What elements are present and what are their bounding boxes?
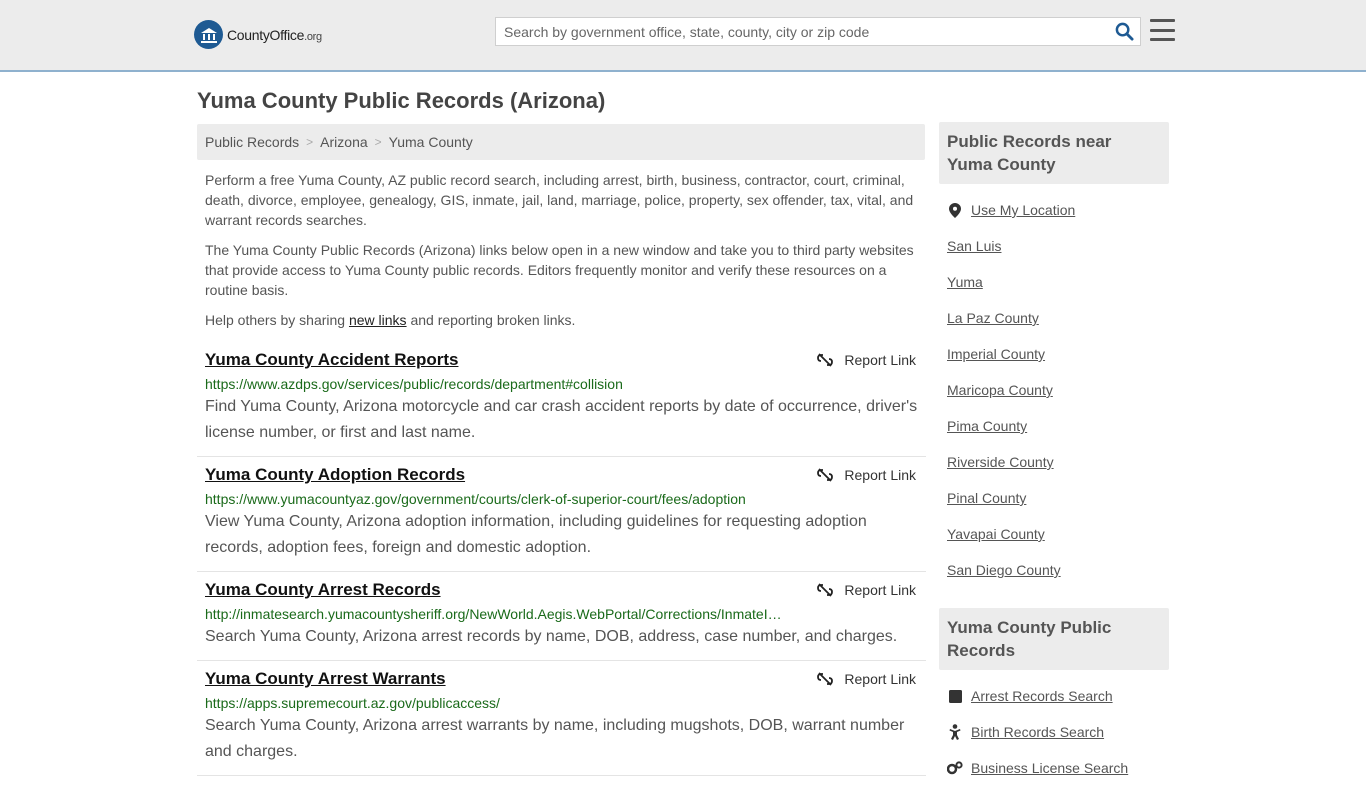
nearby-item: Imperial County	[947, 336, 1161, 372]
breadcrumb-separator: >	[306, 135, 314, 149]
broken-link-icon	[817, 672, 834, 686]
nearby-item: Riverside County	[947, 444, 1161, 480]
nearby-item: La Paz County	[947, 300, 1161, 336]
report-link-label: Report Link	[844, 467, 916, 483]
nearby-list: Use My Location San Luis Yuma La Paz Cou…	[939, 184, 1169, 588]
nearby-item: Pima County	[947, 408, 1161, 444]
intro-paragraph: Perform a free Yuma County, AZ public re…	[205, 172, 914, 228]
result-title-link[interactable]: Yuma County Adoption Records	[205, 465, 465, 485]
nearby-link-maricopa-county[interactable]: Maricopa County	[947, 382, 1053, 398]
new-links-link[interactable]: new links	[349, 312, 407, 328]
square-icon	[947, 689, 963, 703]
result-url: http://inmatesearch.yumacountysheriff.or…	[205, 606, 783, 622]
nearby-item: Yuma	[947, 264, 1161, 300]
birth-records-search-link[interactable]: Birth Records Search	[971, 724, 1104, 740]
result-url: https://www.yumacountyaz.gov/government/…	[205, 491, 746, 507]
result-title-link[interactable]: Yuma County Arrest Records	[205, 580, 441, 600]
result-description: View Yuma County, Arizona adoption infor…	[205, 513, 867, 556]
breadcrumb-arizona[interactable]: Arizona	[320, 134, 367, 150]
help-paragraph: Help others by sharing new links and rep…	[205, 312, 576, 328]
business-license-search-link[interactable]: Business License Search	[971, 760, 1128, 776]
nearby-link-pima-county[interactable]: Pima County	[947, 418, 1027, 434]
records-item: Arrest Records Search	[947, 678, 1161, 714]
result-title-link[interactable]: Yuma County Accident Reports	[205, 350, 458, 370]
page-title: Yuma County Public Records (Arizona)	[197, 88, 606, 113]
broken-link-icon	[817, 583, 834, 597]
nearby-link-imperial-county[interactable]: Imperial County	[947, 346, 1045, 362]
report-link-label: Report Link	[844, 352, 916, 368]
nearby-link-riverside-county[interactable]: Riverside County	[947, 454, 1054, 470]
sidebar: Public Records near Yuma County Use My L…	[939, 122, 1169, 786]
nearby-item: Yavapai County	[947, 516, 1161, 552]
nearby-link-yavapai-county[interactable]: Yavapai County	[947, 526, 1045, 542]
county-records-list: Arrest Records Search Birth Records Sear…	[939, 670, 1169, 786]
nearby-item: San Luis	[947, 228, 1161, 264]
nearby-link-la-paz-county[interactable]: La Paz County	[947, 310, 1039, 326]
report-link-button[interactable]: Report Link	[817, 671, 916, 687]
disclaimer-paragraph: The Yuma County Public Records (Arizona)…	[205, 242, 914, 298]
nearby-item: Maricopa County	[947, 372, 1161, 408]
records-item: Business License Search	[947, 750, 1161, 786]
search-bar	[495, 17, 1141, 46]
map-pin-icon	[947, 202, 963, 218]
gears-icon	[947, 761, 963, 775]
report-link-button[interactable]: Report Link	[817, 582, 916, 598]
breadcrumb-yuma-county[interactable]: Yuma County	[389, 134, 473, 150]
search-input[interactable]	[496, 18, 1108, 45]
nearby-link-san-luis[interactable]: San Luis	[947, 238, 1001, 254]
breadcrumb-separator: >	[374, 135, 382, 149]
broken-link-icon	[817, 468, 834, 482]
result-title-link[interactable]: Yuma County Arrest Warrants	[205, 669, 446, 689]
logo-badge-icon	[194, 20, 223, 49]
site-logo[interactable]: CountyOffice.org	[194, 20, 322, 49]
result-url: https://apps.supremecourt.az.gov/publica…	[205, 695, 500, 711]
report-link-label: Report Link	[844, 671, 916, 687]
result-item: Yuma County Arrest Warrants Report Link …	[197, 661, 926, 776]
result-description: Find Yuma County, Arizona motorcycle and…	[205, 398, 918, 441]
results-list: Yuma County Accident Reports Report Link…	[197, 342, 926, 776]
hamburger-menu-icon[interactable]	[1150, 19, 1175, 41]
search-button[interactable]	[1108, 18, 1140, 45]
result-description: Search Yuma County, Arizona arrest recor…	[205, 628, 898, 645]
search-icon	[1115, 22, 1134, 41]
nearby-link-pinal-county[interactable]: Pinal County	[947, 490, 1026, 506]
result-item: Yuma County Accident Reports Report Link…	[197, 342, 926, 457]
report-link-button[interactable]: Report Link	[817, 352, 916, 368]
top-bar: CountyOffice.org	[0, 0, 1366, 72]
nearby-link-yuma[interactable]: Yuma	[947, 274, 983, 290]
logo-name: CountyOffice	[227, 26, 305, 43]
result-url: https://www.azdps.gov/services/public/re…	[205, 376, 623, 392]
use-location-item: Use My Location	[947, 192, 1161, 228]
breadcrumb-public-records[interactable]: Public Records	[205, 134, 299, 150]
use-my-location-link[interactable]: Use My Location	[971, 202, 1075, 218]
logo-tld: .org	[304, 30, 322, 43]
nearby-link-san-diego-county[interactable]: San Diego County	[947, 562, 1061, 578]
nearby-heading: Public Records near Yuma County	[939, 122, 1169, 184]
baby-icon	[947, 724, 963, 740]
arrest-records-search-link[interactable]: Arrest Records Search	[971, 688, 1113, 704]
result-description: Search Yuma County, Arizona arrest warra…	[205, 717, 905, 760]
result-item: Yuma County Arrest Records Report Link h…	[197, 572, 926, 661]
nearby-item: Pinal County	[947, 480, 1161, 516]
report-link-label: Report Link	[844, 582, 916, 598]
records-item: Birth Records Search	[947, 714, 1161, 750]
county-records-heading: Yuma County Public Records	[939, 608, 1169, 670]
breadcrumb: Public Records > Arizona > Yuma County	[197, 124, 925, 160]
broken-link-icon	[817, 353, 834, 367]
nearby-item: San Diego County	[947, 552, 1161, 588]
report-link-button[interactable]: Report Link	[817, 467, 916, 483]
result-item: Yuma County Adoption Records Report Link…	[197, 457, 926, 572]
